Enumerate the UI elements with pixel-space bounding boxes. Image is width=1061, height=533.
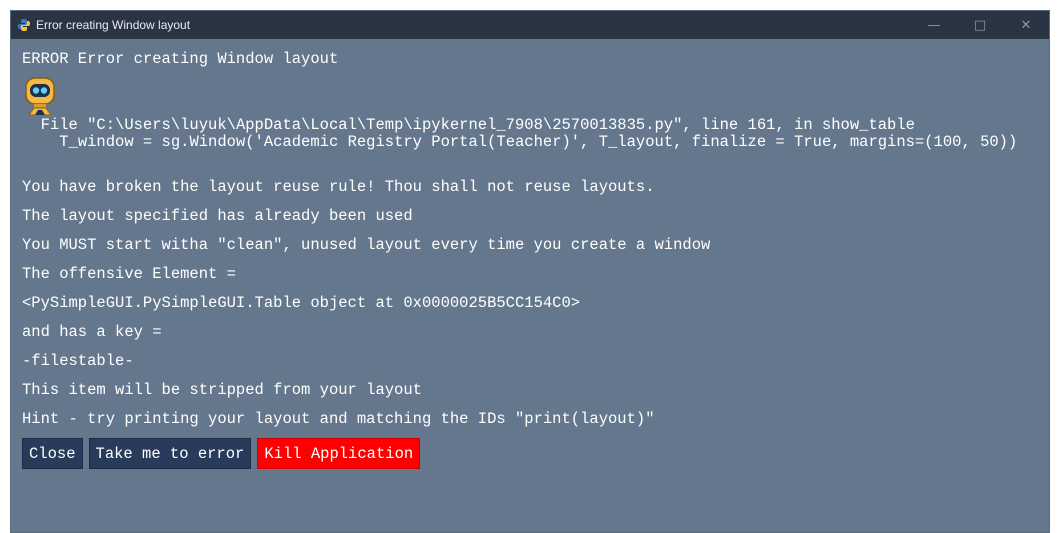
message-line: <PySimpleGUI.PySimpleGUI.Table object at… xyxy=(22,294,581,312)
error-window: Error creating Window layout — □ ✕ ERROR… xyxy=(10,10,1050,533)
error-content: ERROR Error creating Window layout File … xyxy=(11,39,1049,469)
close-window-button[interactable]: ✕ xyxy=(1003,11,1049,39)
message-line: You MUST start witha "clean", unused lay… xyxy=(22,236,711,254)
message-line: The layout specified has already been us… xyxy=(22,207,413,225)
minimize-button[interactable]: — xyxy=(911,11,957,39)
maximize-button[interactable]: □ xyxy=(957,11,1003,39)
robot-mascot-icon xyxy=(25,77,55,115)
message-line: Hint - try printing your layout and matc… xyxy=(22,410,655,428)
title-bar[interactable]: Error creating Window layout — □ ✕ xyxy=(11,11,1049,39)
take-me-to-error-button[interactable]: Take me to error xyxy=(88,438,252,469)
message-line: The offensive Element = xyxy=(22,265,236,283)
message-line: and has a key = xyxy=(22,323,162,341)
message-line: You have broken the layout reuse rule! T… xyxy=(22,178,655,196)
message-line: -filestable- xyxy=(22,352,134,370)
error-heading: ERROR Error creating Window layout xyxy=(22,50,339,68)
traceback-line-code: T_window = sg.Window('Academic Registry … xyxy=(22,133,1018,151)
kill-application-button[interactable]: Kill Application xyxy=(257,438,421,469)
message-line: This item will be stripped from your lay… xyxy=(22,381,422,399)
traceback-line-file: File "C:\Users\luyuk\AppData\Local\Temp\… xyxy=(22,116,915,134)
window-title: Error creating Window layout xyxy=(36,18,191,32)
close-button[interactable]: Close xyxy=(22,438,83,469)
button-row: Close Take me to error Kill Application xyxy=(22,438,1038,469)
python-icon xyxy=(18,19,30,31)
